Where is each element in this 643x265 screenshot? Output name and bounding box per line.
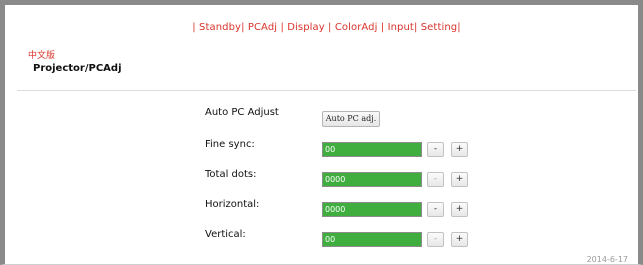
total-dots-label: Total dots:	[205, 169, 257, 180]
nav-sep: |	[192, 22, 196, 33]
vertical-label: Vertical:	[205, 229, 246, 240]
total-dots-minus-button[interactable]: -	[427, 172, 444, 187]
horizontal-label: Horizontal:	[205, 199, 260, 210]
fine-sync-bar[interactable]: 00	[322, 142, 422, 157]
date-stamp: 2014-6-17	[586, 255, 628, 264]
nav-input[interactable]: Input	[388, 22, 414, 33]
nav-display[interactable]: Display	[287, 22, 325, 33]
nav-sep: |	[241, 22, 245, 33]
fine-sync-minus-button[interactable]: -	[427, 142, 444, 157]
horizontal-plus-button[interactable]: +	[451, 202, 468, 217]
nav-coloradj[interactable]: ColorAdj	[335, 22, 378, 33]
nav-sep: |	[280, 22, 284, 33]
total-dots-bar[interactable]: 0000	[322, 172, 422, 187]
vertical-plus-button[interactable]: +	[451, 232, 468, 247]
fine-sync-plus-button[interactable]: +	[451, 142, 468, 157]
nav-sep: |	[457, 22, 461, 33]
fine-sync-label: Fine sync:	[205, 139, 255, 150]
top-nav: | Standby| PCAdj | Display | ColorAdj | …	[5, 22, 643, 33]
nav-sep: |	[380, 22, 385, 33]
language-link[interactable]: 中文版	[28, 48, 55, 61]
page-frame: | Standby| PCAdj | Display | ColorAdj | …	[0, 0, 643, 265]
auto-pc-adjust-button[interactable]: Auto PC adj.	[322, 111, 380, 127]
vertical-minus-button[interactable]: -	[427, 232, 444, 247]
horizontal-bar[interactable]: 0000	[322, 202, 422, 217]
nav-sep: |	[413, 22, 418, 33]
horizontal-minus-button[interactable]: -	[427, 202, 444, 217]
nav-pcadj[interactable]: PCAdj	[248, 22, 277, 33]
divider	[17, 90, 636, 91]
auto-adjust-label: Auto PC Adjust	[205, 107, 279, 118]
nav-setting[interactable]: Setting	[421, 22, 458, 33]
total-dots-plus-button[interactable]: +	[451, 172, 468, 187]
page-title: Projector/PCAdj	[33, 63, 122, 74]
vertical-bar[interactable]: 00	[322, 232, 422, 247]
nav-sep: |	[328, 22, 332, 33]
nav-standby[interactable]: Standby	[199, 22, 241, 33]
